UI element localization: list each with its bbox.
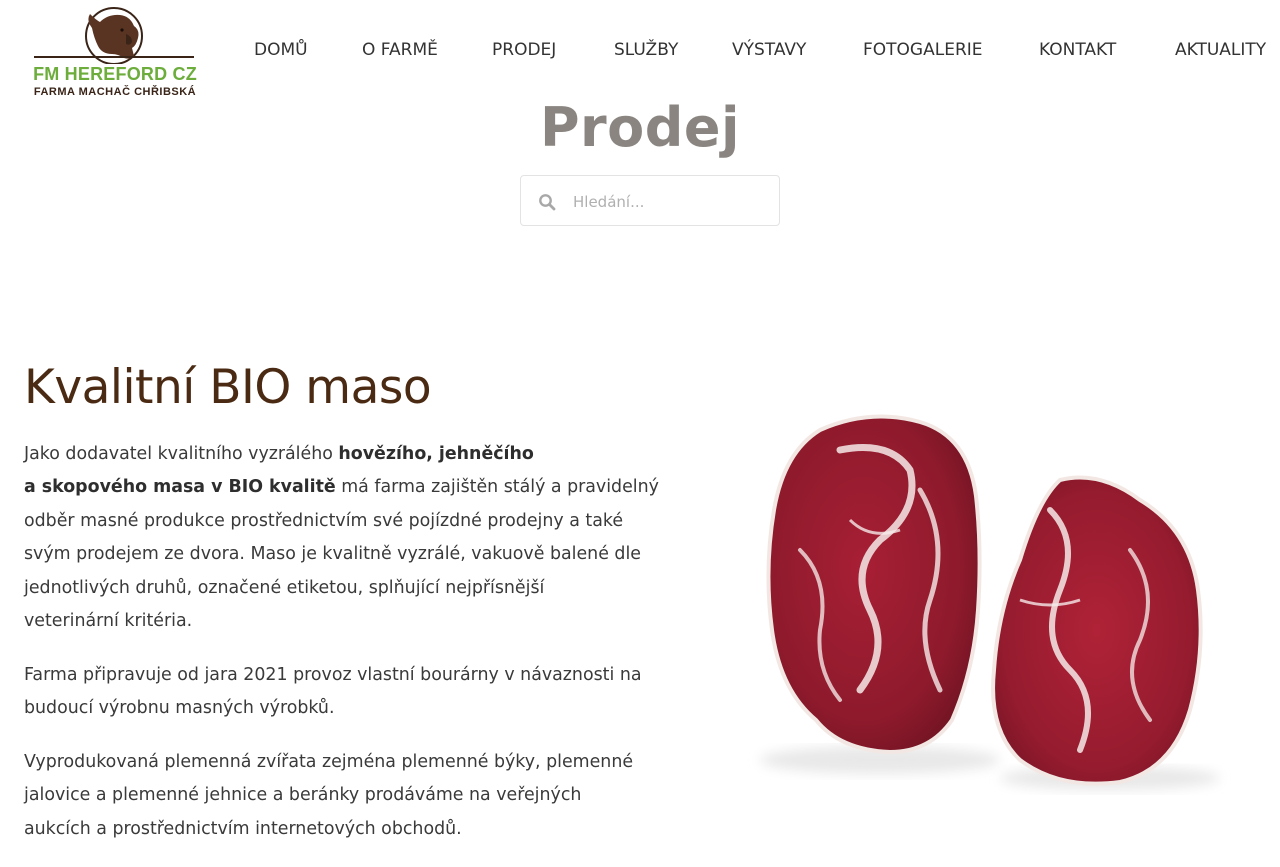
paragraph-line: budoucí výrobnu masných výrobků. (24, 698, 335, 719)
nav-item-vystavy[interactable]: VÝSTAVY (732, 40, 806, 60)
paragraph-intro: Jako dodavatel kvalitního vyzrálého hově… (24, 438, 659, 638)
bold-text: a skopového masa v BIO kvalitě (24, 477, 336, 498)
paragraph-line: Vyprodukovaná plemenná zvířata zejména p… (24, 752, 634, 772)
bold-text: hovězího, jehněčího (338, 444, 534, 464)
paragraph-line: svým prodejem ze dvora. Maso je kvalitně… (24, 544, 642, 565)
page-title: Prodej (539, 96, 741, 159)
paragraph-line: aukcích a prostřednictvím internetových … (24, 818, 462, 839)
paragraph-breeding: Vyprodukovaná plemenná zvířata zejména p… (24, 746, 634, 846)
nav-item-aktuality[interactable]: AKTUALITY (1175, 40, 1266, 60)
nav-item-domu[interactable]: DOMŮ (254, 40, 308, 60)
paragraph-line: jednotlivých druhů, označené etiketou, s… (24, 577, 545, 598)
logo[interactable]: FM HEREFORD CZ FARMA MACHAČ CHŘIBSKÁ (24, 6, 206, 102)
search-icon (539, 194, 556, 211)
logo-divider (34, 56, 194, 58)
paragraph-line: veterinární kritéria. (24, 611, 193, 632)
paragraph-bourarna: Farma připravuje od jara 2021 provoz vla… (24, 659, 642, 726)
paragraph-line: Jako dodavatel kvalitního vyzrálého hově… (24, 438, 634, 471)
paragraph-line: odběr masné produkce prostřednictvím své… (24, 510, 624, 531)
text-span: má farma zajištěn stálý a pravidelný (335, 477, 659, 498)
text-span: Jako dodavatel kvalitního vyzrálého (24, 444, 339, 464)
steak-right (991, 475, 1203, 786)
logo-brand-text: FM HEREFORD CZ (33, 64, 197, 84)
search-box[interactable] (520, 175, 780, 227)
nav-item-o-farme[interactable]: O FARMĚ (362, 40, 438, 60)
nav-item-sluzby[interactable]: SLUŽBY (614, 40, 678, 60)
raw-beef-steaks-image (760, 414, 1220, 790)
paragraph-line: a skopového masa v BIO kvalitě má farma … (24, 471, 659, 504)
nav-item-prodej[interactable]: PRODEJ (492, 40, 556, 60)
section-heading: Kvalitní BIO maso (24, 360, 432, 415)
paragraph-line: Farma připravuje od jara 2021 provoz vla… (24, 665, 642, 685)
nav-item-fotogalerie[interactable]: FOTOGALERIE (863, 40, 983, 60)
steak-left (766, 414, 982, 755)
paragraph-line: jalovice a plemenné jehnice a beránky pr… (24, 785, 582, 806)
search-input[interactable] (571, 176, 775, 227)
nav-item-kontakt[interactable]: KONTAKT (1039, 40, 1116, 60)
